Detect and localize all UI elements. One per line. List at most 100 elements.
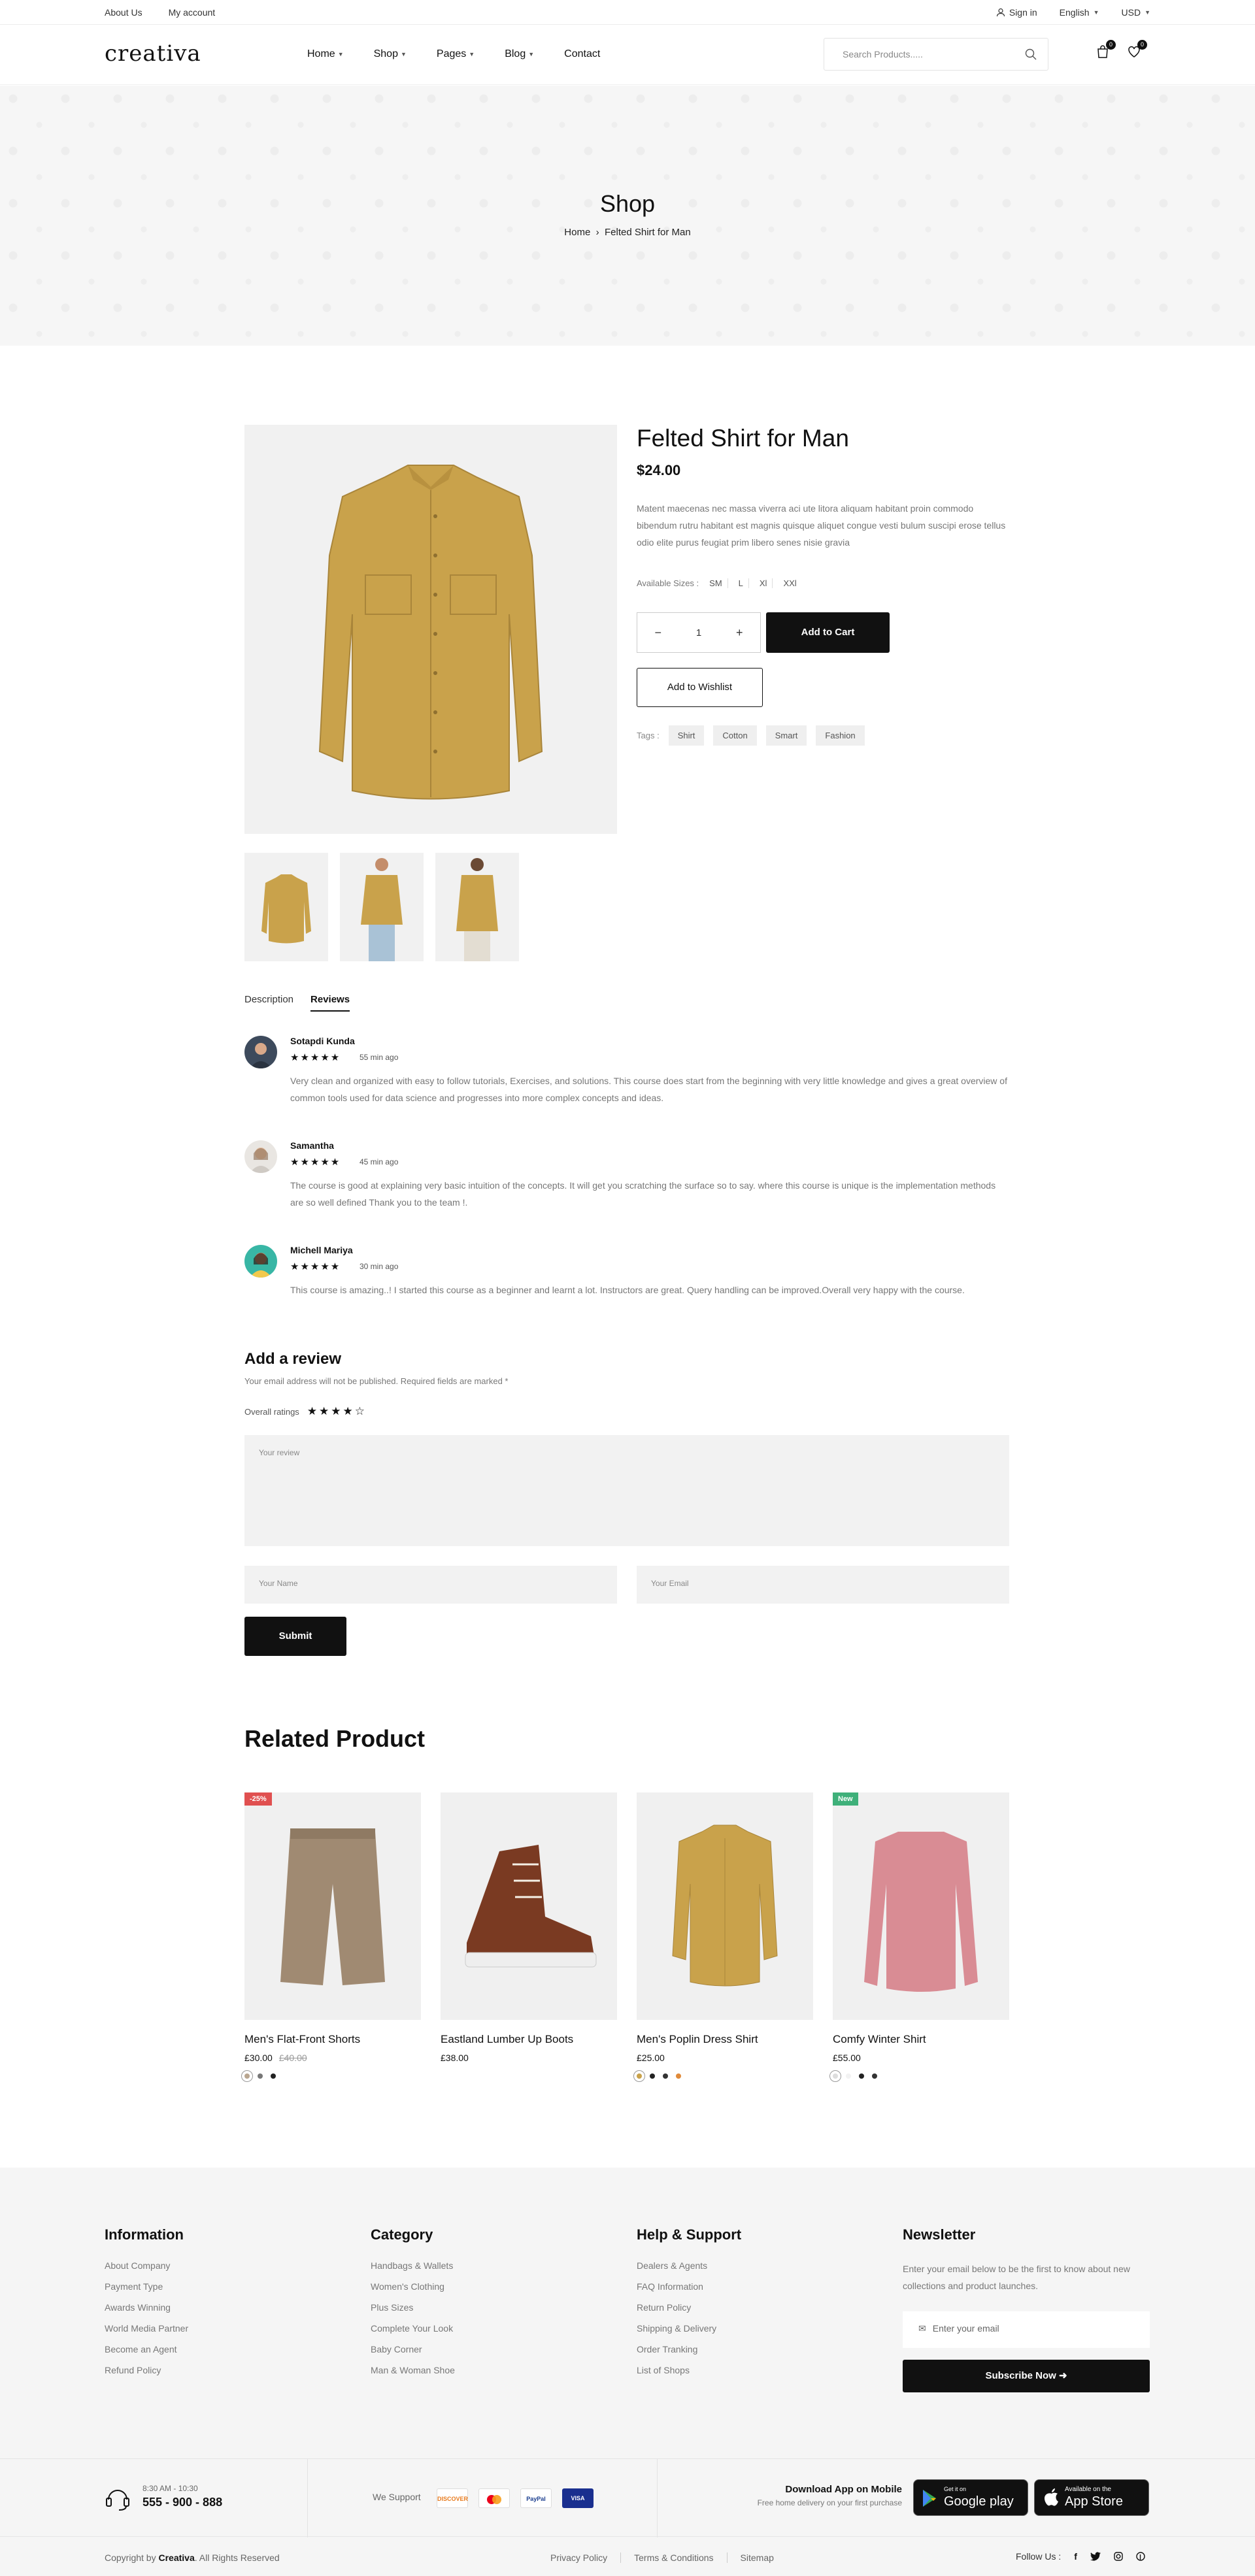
product-card[interactable]: -25% Men's Flat-Front Shorts £30.00 £40.… bbox=[241, 1792, 421, 2082]
footer-link[interactable]: Baby Corner bbox=[371, 2344, 586, 2354]
footer-information: Information About Company Payment Type A… bbox=[105, 2226, 320, 2386]
name-field[interactable]: Your Name bbox=[244, 1566, 617, 1604]
about-us-link[interactable]: About Us bbox=[105, 7, 142, 18]
google-play-button[interactable]: Get it on Google play bbox=[913, 2479, 1028, 2516]
nav-pages[interactable]: Pages ▼ bbox=[437, 48, 475, 60]
product-card-name[interactable]: Men's Flat-Front Shorts bbox=[244, 2033, 421, 2046]
footer-link[interactable]: List of Shops bbox=[637, 2365, 852, 2375]
logo[interactable]: creativa bbox=[105, 41, 201, 67]
add-review-title: Add a review bbox=[244, 1350, 342, 1368]
minus-icon[interactable]: − bbox=[654, 626, 661, 640]
product-card-image[interactable]: New bbox=[833, 1792, 1009, 2020]
size-option[interactable]: SM bbox=[704, 578, 728, 588]
search-icon[interactable] bbox=[1024, 48, 1037, 61]
current-price: £38.00 bbox=[441, 2053, 469, 2063]
tag-item[interactable]: Fashion bbox=[816, 725, 865, 746]
language-select[interactable]: English ▼ bbox=[1060, 7, 1099, 18]
color-swatch[interactable] bbox=[829, 2070, 841, 2082]
reviewer-photo bbox=[244, 1140, 277, 1173]
tag-item[interactable]: Smart bbox=[765, 725, 807, 746]
product-main-image[interactable] bbox=[244, 425, 617, 834]
product-thumbnail[interactable] bbox=[435, 853, 519, 961]
footer-link[interactable]: FAQ Information bbox=[637, 2281, 852, 2292]
sign-in-link[interactable]: Sign in bbox=[996, 7, 1037, 18]
copyright-brand[interactable]: Creativa bbox=[158, 2552, 194, 2563]
color-swatch[interactable] bbox=[650, 2073, 655, 2079]
color-swatch[interactable] bbox=[241, 2070, 253, 2082]
color-swatch[interactable] bbox=[663, 2073, 668, 2079]
footer-link[interactable]: Plus Sizes bbox=[371, 2302, 586, 2313]
footer-link[interactable]: World Media Partner bbox=[105, 2323, 320, 2334]
product-thumbnail[interactable] bbox=[340, 853, 424, 961]
my-account-link[interactable]: My account bbox=[169, 7, 216, 18]
footer-link[interactable]: Man & Woman Shoe bbox=[371, 2365, 586, 2375]
support-phone[interactable]: 555 - 900 - 888 bbox=[142, 2496, 222, 2509]
tab-description[interactable]: Description bbox=[244, 994, 293, 1012]
tag-item[interactable]: Cotton bbox=[713, 725, 757, 746]
sitemap-link[interactable]: Sitemap bbox=[728, 2552, 787, 2563]
product-card-image[interactable] bbox=[637, 1792, 813, 2020]
pinterest-icon[interactable] bbox=[1136, 2552, 1145, 2561]
tag-item[interactable]: Shirt bbox=[668, 725, 705, 746]
top-bar: About Us My account Sign in English ▼ USD… bbox=[0, 0, 1255, 25]
facebook-icon[interactable]: f bbox=[1074, 2551, 1077, 2562]
footer-link[interactable]: Return Policy bbox=[637, 2302, 852, 2313]
footer-link[interactable]: Dealers & Agents bbox=[637, 2260, 852, 2271]
footer-link[interactable]: Awards Winning bbox=[105, 2302, 320, 2313]
color-swatch[interactable] bbox=[676, 2073, 681, 2079]
nav-blog[interactable]: Blog ▼ bbox=[505, 48, 534, 60]
instagram-icon[interactable] bbox=[1114, 2552, 1123, 2561]
reviewer-name: Sotapdi Kunda bbox=[290, 1036, 355, 1046]
tab-reviews[interactable]: Reviews bbox=[310, 994, 350, 1012]
footer-link[interactable]: Handbags & Wallets bbox=[371, 2260, 586, 2271]
footer-link[interactable]: Women's Clothing bbox=[371, 2281, 586, 2292]
footer-link[interactable]: Refund Policy bbox=[105, 2365, 320, 2375]
add-to-cart-button[interactable]: Add to Cart bbox=[766, 612, 890, 653]
terms-link[interactable]: Terms & Conditions bbox=[621, 2552, 728, 2563]
app-store-button[interactable]: Available on the App Store bbox=[1034, 2479, 1149, 2516]
star-rating-input-icon[interactable]: ★★★★☆ bbox=[307, 1405, 367, 1418]
add-to-wishlist-button[interactable]: Add to Wishlist bbox=[637, 668, 763, 707]
size-option[interactable]: XXl bbox=[778, 578, 801, 588]
footer-link[interactable]: Order Tranking bbox=[637, 2344, 852, 2354]
product-thumbnail[interactable] bbox=[244, 853, 328, 961]
wishlist-button[interactable]: 0 bbox=[1127, 40, 1147, 61]
footer-link[interactable]: About Company bbox=[105, 2260, 320, 2271]
nav-home[interactable]: Home ▼ bbox=[307, 48, 344, 60]
product-card-image[interactable] bbox=[441, 1792, 617, 2020]
product-card-name[interactable]: Eastland Lumber Up Boots bbox=[441, 2033, 617, 2046]
product-card-name[interactable]: Comfy Winter Shirt bbox=[833, 2033, 1009, 2046]
privacy-policy-link[interactable]: Privacy Policy bbox=[537, 2552, 622, 2563]
subscribe-button[interactable]: Subscribe Now ➜ bbox=[903, 2360, 1150, 2392]
twitter-icon[interactable] bbox=[1090, 2552, 1101, 2561]
product-card[interactable]: New Comfy Winter Shirt £55.00 bbox=[829, 1792, 1009, 2082]
newsletter-email-input[interactable]: ✉ Enter your email bbox=[903, 2311, 1150, 2348]
quantity-value[interactable]: 1 bbox=[696, 627, 701, 638]
product-card-name[interactable]: Men's Poplin Dress Shirt bbox=[637, 2033, 813, 2046]
cart-button[interactable]: 0 bbox=[1096, 40, 1116, 61]
product-card[interactable]: Eastland Lumber Up Boots £38.00 bbox=[441, 1792, 617, 2063]
submit-button[interactable]: Submit bbox=[244, 1617, 346, 1656]
footer-link[interactable]: Shipping & Delivery bbox=[637, 2323, 852, 2334]
size-option[interactable]: L bbox=[733, 578, 749, 588]
color-swatch[interactable] bbox=[271, 2073, 276, 2079]
nav-contact[interactable]: Contact bbox=[564, 48, 600, 60]
product-card-image[interactable]: -25% bbox=[244, 1792, 421, 2020]
footer-link[interactable]: Payment Type bbox=[105, 2281, 320, 2292]
search-input[interactable]: Search Products..... bbox=[824, 38, 1048, 71]
color-swatch[interactable] bbox=[846, 2073, 851, 2079]
color-swatch[interactable] bbox=[872, 2073, 877, 2079]
color-swatch[interactable] bbox=[859, 2073, 864, 2079]
review-textarea[interactable]: Your review bbox=[244, 1435, 1009, 1546]
footer-link[interactable]: Become an Agent bbox=[105, 2344, 320, 2354]
email-field[interactable]: Your Email bbox=[637, 1566, 1009, 1604]
currency-select[interactable]: USD ▼ bbox=[1122, 7, 1150, 18]
color-swatch[interactable] bbox=[258, 2073, 263, 2079]
product-card[interactable]: Men's Poplin Dress Shirt £25.00 bbox=[633, 1792, 813, 2082]
plus-icon[interactable]: + bbox=[736, 626, 743, 640]
color-swatch[interactable] bbox=[633, 2070, 645, 2082]
breadcrumb-home[interactable]: Home bbox=[564, 227, 590, 238]
footer-link[interactable]: Complete Your Look bbox=[371, 2323, 586, 2334]
size-option[interactable]: Xl bbox=[754, 578, 773, 588]
nav-shop[interactable]: Shop ▼ bbox=[374, 48, 407, 60]
